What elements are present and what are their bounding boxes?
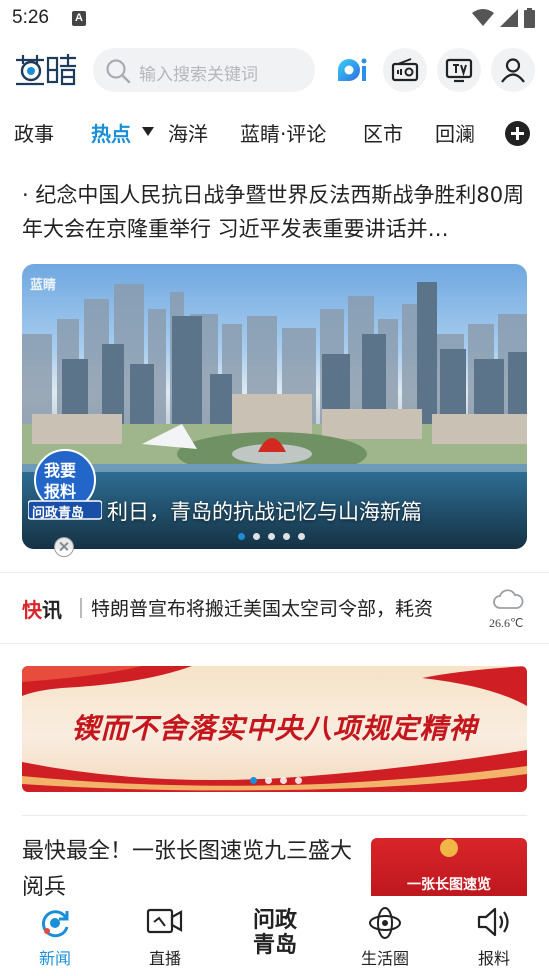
promo-banner[interactable]: 锲而不舍落实中央八项规定精神 [22, 666, 527, 792]
flash-separator [80, 598, 82, 618]
report-floating-button[interactable]: 我要 报料 问政青岛 [27, 447, 103, 521]
banner-caption: 利日，青岛的抗战记忆与山海新篇 [107, 500, 422, 524]
atom-icon [369, 907, 401, 939]
promo-title: 锲而不舍落实中央八项规定精神 [71, 712, 478, 745]
nav-center-line2: 青岛 [252, 933, 297, 958]
app-logo[interactable] [14, 52, 78, 88]
tab-fade [470, 112, 500, 156]
tab-districts[interactable]: 区市 [363, 118, 403, 147]
search-placeholder: 输入搜索关键词 [139, 65, 258, 85]
nav-life-circle-label: 生活圈 [360, 949, 409, 968]
promo-pagination [250, 777, 302, 784]
flash-label-dark: 讯 [42, 598, 62, 622]
article-title: 最快最全！一张长图速览九三盛大阅兵 [22, 839, 353, 896]
profile-button[interactable] [491, 48, 535, 92]
report-badge-line2: 报料 [44, 482, 77, 501]
tv-button[interactable] [437, 48, 481, 92]
nav-report[interactable]: 报料 [439, 896, 549, 976]
flash-label-red: 快 [22, 598, 42, 622]
pagination-dot[interactable] [280, 777, 287, 784]
chevron-down-icon[interactable] [142, 127, 154, 136]
divider [0, 643, 549, 644]
refresh-icon [41, 910, 69, 938]
nav-news[interactable]: 新闻 [0, 896, 110, 976]
flash-news-bar[interactable]: 快讯 特朗普宣布将搬迁美国太空司令部，耗资 26.6℃ [0, 586, 549, 630]
status-icons [472, 8, 535, 28]
banner-watermark: 蓝睛 [30, 278, 57, 293]
flash-label: 快讯 [22, 594, 62, 623]
tv-icon [445, 58, 473, 83]
ai-icon [338, 58, 367, 81]
article-card[interactable]: 最快最全！一张长图速览九三盛大阅兵 一张长图速览 [22, 834, 527, 896]
nav-center-label: 问政 青岛 [220, 908, 330, 958]
status-bar: 5:26 A [0, 0, 549, 38]
pagination-dot[interactable] [298, 533, 305, 540]
pagination-dot[interactable] [238, 533, 245, 540]
tab-hot[interactable]: 热点 [91, 118, 131, 147]
top-header: 输入搜索关键词 [0, 44, 549, 96]
radio-icon [391, 58, 419, 82]
thumbnail-caption: 一张长图速览 [407, 877, 491, 893]
nav-news-label: 新闻 [38, 949, 71, 968]
nav-life-circle[interactable]: 生活圈 [330, 896, 440, 976]
pagination-dot[interactable] [295, 777, 302, 784]
tab-huilan[interactable]: 回澜 [435, 118, 475, 147]
radio-button[interactable] [383, 48, 427, 92]
nav-center-line1: 问政 [252, 908, 297, 933]
video-camera-icon [146, 908, 183, 934]
top-headline[interactable]: · 纪念中国人民抗日战争暨世界反法西斯战争胜利80周年大会在京隆重举行 习近平发… [22, 178, 530, 246]
close-icon[interactable] [54, 537, 74, 557]
signal-icon [500, 9, 518, 27]
nav-live[interactable]: 直播 [110, 896, 220, 976]
nav-report-label: 报料 [477, 949, 510, 968]
nav-wenzheng-qingdao[interactable]: 问政 青岛 [220, 896, 330, 976]
article-thumbnail: 一张长图速览 [371, 838, 527, 896]
notification-icon: A [72, 11, 86, 26]
banner-pagination [238, 533, 305, 540]
wifi-icon [472, 9, 494, 26]
nav-live-label: 直播 [148, 949, 181, 968]
pagination-dot[interactable] [253, 533, 260, 540]
tab-commentary[interactable]: 蓝睛·评论 [240, 118, 326, 147]
cloud-icon [493, 589, 524, 609]
pagination-dot[interactable] [250, 777, 257, 784]
pagination-dot[interactable] [283, 533, 290, 540]
divider [22, 815, 527, 816]
tab-ocean[interactable]: 海洋 [168, 118, 208, 147]
flash-text: 特朗普宣布将搬迁美国太空司令部，耗资 [91, 598, 434, 620]
search-icon [106, 59, 131, 84]
ai-assistant-button[interactable] [329, 48, 373, 92]
speaker-icon [477, 907, 509, 937]
pagination-dot[interactable] [268, 533, 275, 540]
bottom-navigation: 新闻 直播 问政 青岛 生活圈 报料 [0, 896, 549, 976]
user-icon [501, 58, 525, 83]
battery-icon [524, 8, 535, 28]
weather-temperature: 26.6℃ [489, 616, 524, 630]
status-time: 5:26 [12, 7, 49, 28]
pagination-dot[interactable] [265, 777, 272, 784]
add-channel-icon[interactable] [505, 121, 530, 146]
search-input[interactable]: 输入搜索关键词 [93, 48, 315, 92]
divider [0, 572, 549, 573]
report-badge-ribbon: 问政青岛 [32, 506, 85, 521]
tab-politics[interactable]: 政事 [14, 118, 54, 147]
channel-tabs: 政事 热点 海洋 蓝睛·评论 区市 回澜 [0, 112, 549, 156]
